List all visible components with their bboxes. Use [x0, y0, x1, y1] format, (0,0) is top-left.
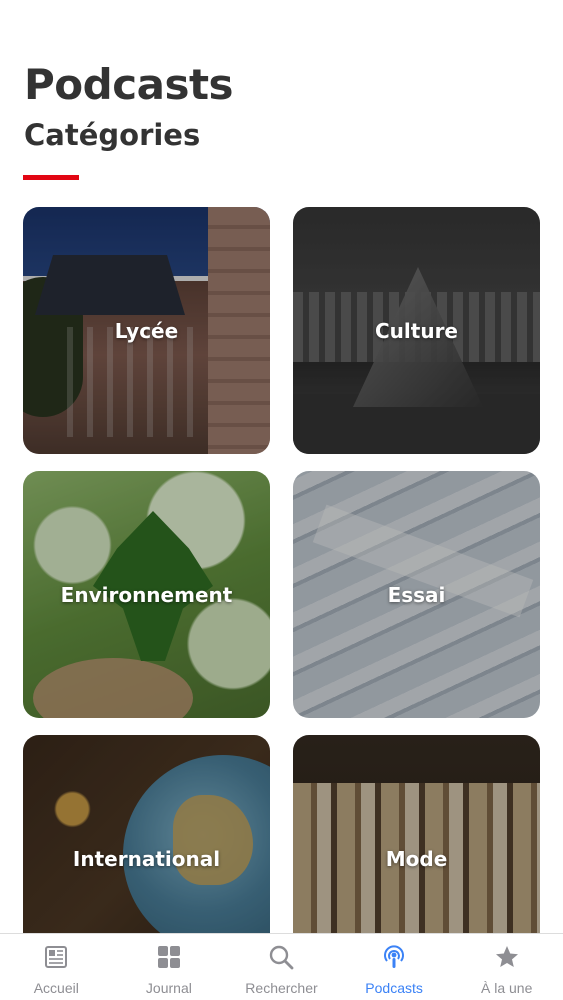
category-label: Essai	[387, 582, 446, 607]
bottom-tab-bar: Accueil Journal Rechercher Podcasts À la…	[0, 933, 563, 1000]
category-card-lycee[interactable]: Lycée	[23, 207, 270, 454]
tab-label: Journal	[145, 980, 192, 996]
page-title: Podcasts	[24, 60, 234, 109]
podcast-icon	[381, 944, 407, 970]
category-label: Lycée	[114, 318, 179, 343]
category-label: International	[72, 846, 221, 871]
tab-a-la-une[interactable]: À la une	[450, 934, 563, 1000]
newspaper-icon	[43, 944, 69, 970]
category-card-culture[interactable]: Culture	[293, 207, 540, 454]
tab-label: Podcasts	[365, 980, 423, 996]
tab-rechercher[interactable]: Rechercher	[225, 934, 338, 1000]
category-card-environnement[interactable]: Environnement	[23, 471, 270, 718]
accent-underline	[23, 175, 79, 180]
category-label: Culture	[375, 318, 458, 343]
tab-label: Accueil	[33, 980, 79, 996]
search-icon	[268, 944, 294, 970]
category-card-essai[interactable]: Essai	[293, 471, 540, 718]
category-label: Environnement	[60, 582, 233, 607]
tab-label: À la une	[481, 980, 533, 996]
tab-accueil[interactable]: Accueil	[0, 934, 113, 1000]
tab-podcasts[interactable]: Podcasts	[338, 934, 451, 1000]
grid-icon	[156, 944, 182, 970]
section-title: Catégories	[24, 118, 201, 152]
tab-journal[interactable]: Journal	[113, 934, 226, 1000]
star-icon	[494, 944, 520, 970]
tab-label: Rechercher	[245, 980, 318, 996]
category-label: Mode	[385, 846, 448, 871]
